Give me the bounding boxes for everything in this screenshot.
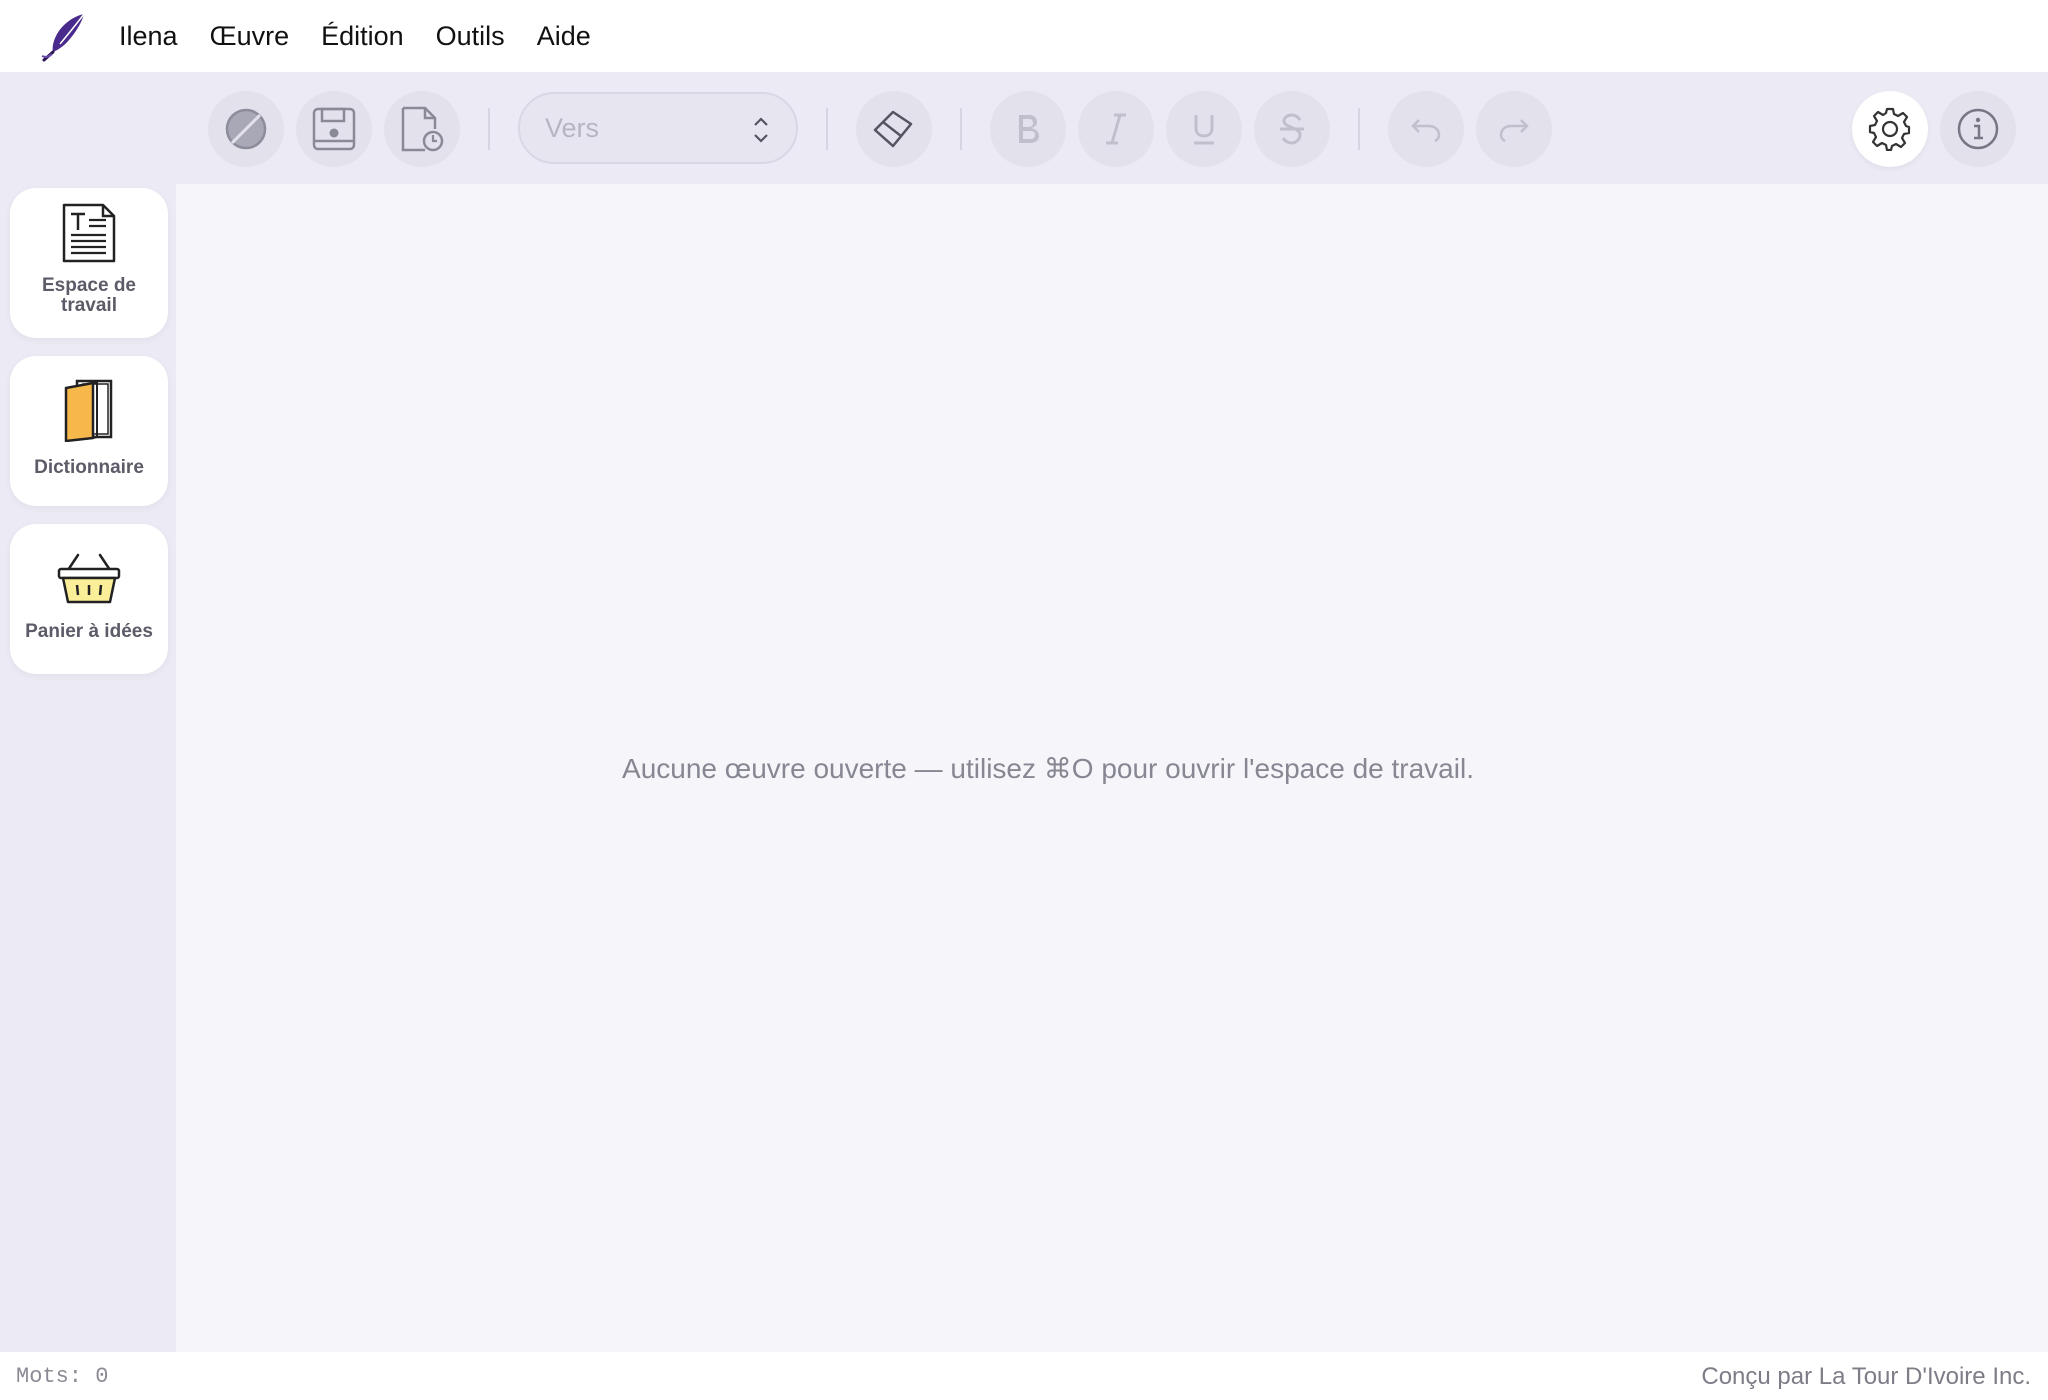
sidebar-item-workspace[interactable]: Espace de travail bbox=[10, 188, 168, 338]
save-button[interactable] bbox=[296, 91, 372, 167]
underline-button[interactable] bbox=[1166, 91, 1242, 167]
close-work-button[interactable] bbox=[208, 91, 284, 167]
undo-button[interactable] bbox=[1388, 91, 1464, 167]
empty-state-message: Aucune œuvre ouverte — utilisez ⌘O pour … bbox=[622, 753, 1474, 784]
style-select-value: Vers bbox=[545, 112, 600, 143]
gear-icon bbox=[1868, 107, 1911, 151]
menu-edition[interactable]: Édition bbox=[321, 21, 404, 52]
undo-icon bbox=[1411, 119, 1441, 143]
toolbar: Vers bbox=[0, 72, 2048, 184]
redo-icon bbox=[1499, 119, 1529, 143]
eraser-icon bbox=[873, 110, 913, 148]
info-icon bbox=[1957, 108, 1999, 150]
toolbar-separator bbox=[488, 108, 490, 150]
status-bar: Mots: 0 Conçu par La Tour D'Ivoire Inc. bbox=[0, 1352, 2048, 1400]
bold-icon bbox=[1019, 115, 1039, 143]
word-count: Mots: 0 bbox=[16, 1364, 109, 1389]
eraser-button[interactable] bbox=[856, 91, 932, 167]
sidebar-item-idea-basket[interactable]: Panier à idées bbox=[10, 524, 168, 674]
menu-ilena[interactable]: Ilena bbox=[119, 21, 178, 52]
menu-bar: Ilena Œuvre Édition Outils Aide bbox=[0, 0, 2048, 72]
style-select[interactable]: Vers bbox=[518, 92, 798, 164]
sidebar-item-dictionary[interactable]: Dictionnaire bbox=[10, 356, 168, 506]
slash-circle-icon bbox=[225, 108, 267, 150]
sidebar-item-label: Dictionnaire bbox=[34, 457, 144, 478]
sidebar-item-label: Espace de travail bbox=[42, 275, 136, 316]
history-button[interactable] bbox=[384, 91, 460, 167]
feather-quill-icon bbox=[35, 7, 93, 65]
document-text-icon bbox=[62, 203, 116, 263]
book-icon bbox=[64, 379, 113, 442]
chevron-up-down-icon bbox=[754, 117, 768, 143]
toolbar-separator bbox=[1358, 108, 1360, 150]
document-clock-icon bbox=[401, 106, 444, 152]
menu-outils[interactable]: Outils bbox=[436, 21, 505, 52]
sidebar-item-label: Panier à idées bbox=[25, 621, 153, 642]
editor-area[interactable]: Aucune œuvre ouverte — utilisez ⌘O pour … bbox=[176, 184, 2048, 1352]
settings-button[interactable] bbox=[1852, 91, 1928, 167]
basket-icon bbox=[57, 553, 121, 604]
menu-aide[interactable]: Aide bbox=[537, 21, 591, 52]
floppy-disk-icon bbox=[312, 107, 356, 151]
strikethrough-button[interactable] bbox=[1254, 91, 1330, 167]
redo-button[interactable] bbox=[1476, 91, 1552, 167]
italic-button[interactable] bbox=[1078, 91, 1154, 167]
credits-text: Conçu par La Tour D'Ivoire Inc. bbox=[1701, 1363, 2031, 1390]
toolbar-separator bbox=[826, 108, 828, 150]
menu-oeuvre[interactable]: Œuvre bbox=[210, 21, 290, 52]
sidebar: Espace de travail Dictionnaire Panier à … bbox=[0, 184, 176, 1352]
bold-button[interactable] bbox=[990, 91, 1066, 167]
info-button[interactable] bbox=[1940, 91, 2016, 167]
italic-icon bbox=[1106, 113, 1126, 145]
strikethrough-icon bbox=[1280, 113, 1304, 145]
toolbar-separator bbox=[960, 108, 962, 150]
underline-icon bbox=[1194, 115, 1214, 145]
